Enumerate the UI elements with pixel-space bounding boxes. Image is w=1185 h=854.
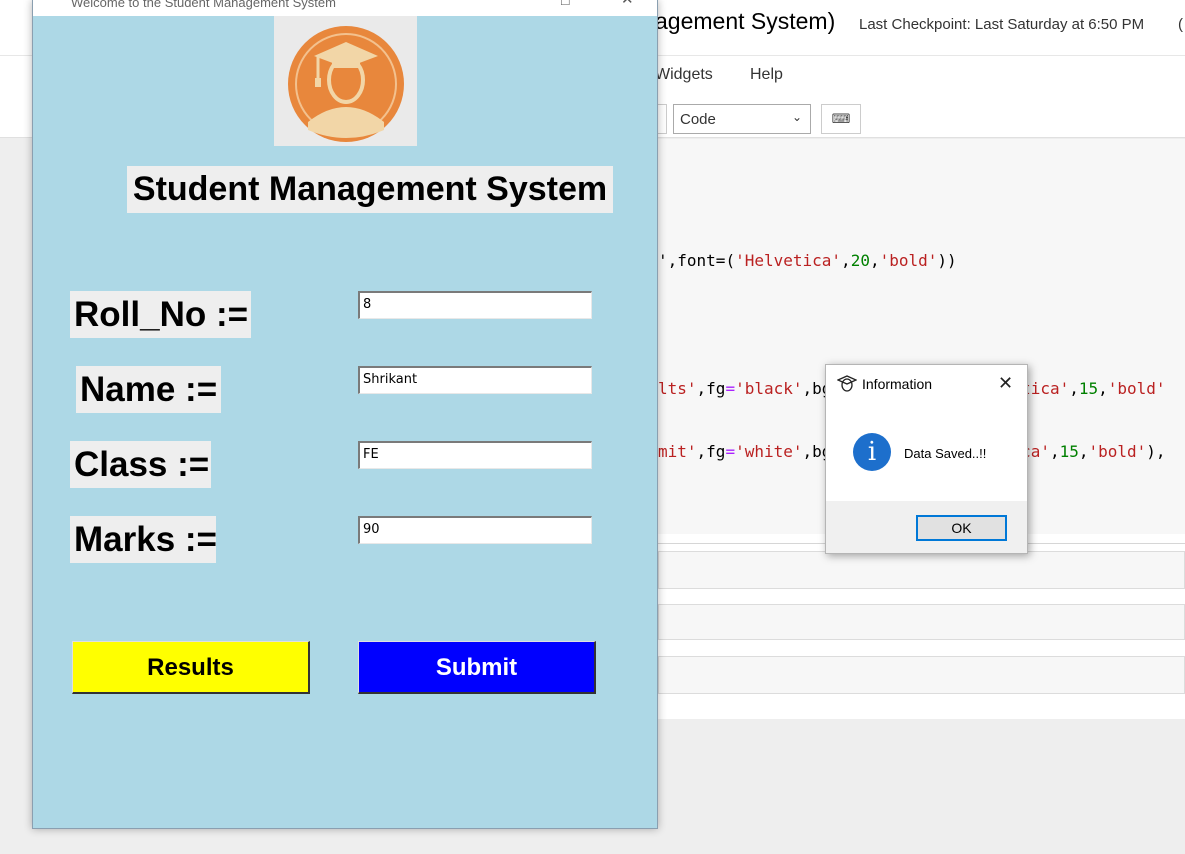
ok-button[interactable]: OK (916, 515, 1007, 541)
notebook-title[interactable]: agement System) (655, 8, 835, 35)
results-button[interactable]: Results (72, 641, 310, 694)
menu-widgets[interactable]: Widgets (655, 66, 713, 84)
name-input[interactable]: Shrikant (358, 366, 592, 394)
student-management-window: Welcome to the Student Management System… (32, 0, 658, 829)
close-icon[interactable]: ✕ (998, 373, 1013, 394)
graduate-logo (274, 16, 417, 146)
minimize-icon[interactable]: □ (561, 0, 569, 8)
marks-input[interactable]: 90 (358, 516, 592, 544)
app-title: Student Management System (127, 166, 613, 213)
roll-no-label: Roll_No := (70, 291, 251, 338)
close-icon[interactable]: ✕ (621, 0, 634, 8)
checkpoint-extra: ( (1178, 16, 1183, 33)
empty-cell[interactable] (658, 656, 1185, 694)
name-label: Name := (76, 366, 221, 413)
code-line: ',font=('Helvetica',20,'bold')) (658, 251, 957, 270)
info-icon: i (853, 433, 891, 471)
information-dialog: Information ✕ i Data Saved..!! OK (825, 364, 1028, 554)
chevron-down-icon: ⌄ (791, 110, 802, 124)
dialog-message: Data Saved..!! (904, 446, 987, 461)
window-title: Welcome to the Student Management System (71, 0, 336, 10)
empty-cell[interactable] (658, 551, 1185, 589)
dialog-footer: OK (826, 501, 1027, 553)
graduate-cap-icon (837, 375, 857, 392)
checkpoint-status: Last Checkpoint: Last Saturday at 6:50 P… (859, 16, 1145, 33)
cell-type-select[interactable]: Code ⌄ (673, 104, 811, 134)
marks-label: Marks := (70, 516, 217, 563)
keyboard-shortcuts-button[interactable]: ⌨ (821, 104, 861, 134)
class-label: Class := (70, 441, 211, 488)
graduate-icon (288, 26, 404, 142)
keyboard-icon: ⌨ (831, 111, 851, 126)
cell-type-value: Code (680, 111, 716, 128)
class-input[interactable]: FE (358, 441, 592, 469)
window-titlebar[interactable]: Welcome to the Student Management System… (33, 0, 657, 16)
empty-cell[interactable] (658, 604, 1185, 640)
dialog-title: Information (862, 376, 933, 392)
submit-button[interactable]: Submit (358, 641, 596, 694)
menu-help[interactable]: Help (750, 66, 783, 84)
roll-no-input[interactable]: 8 (358, 291, 592, 319)
